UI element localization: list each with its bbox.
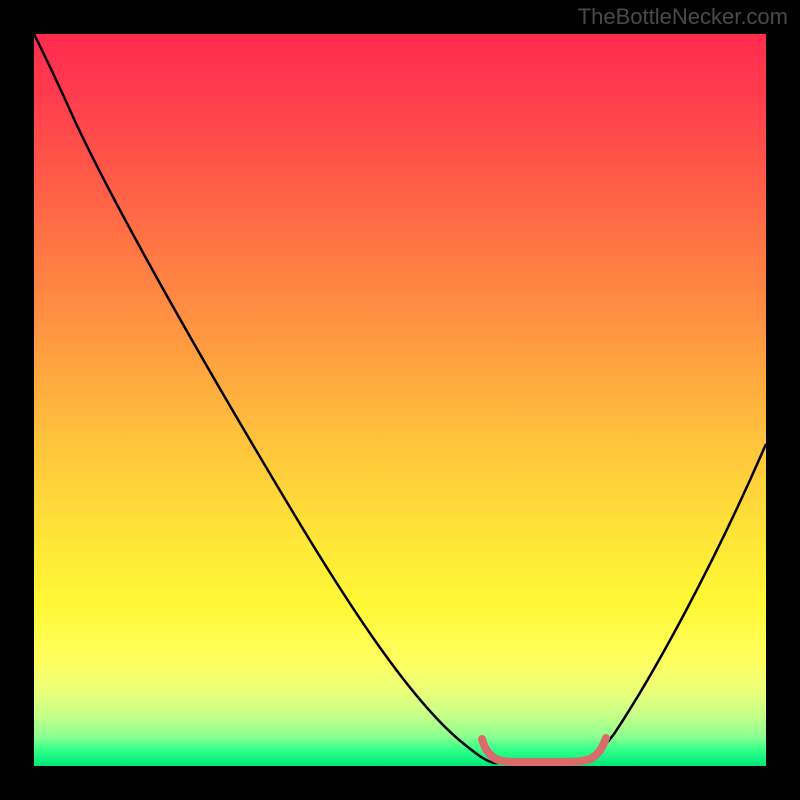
watermark-text: TheBottleNecker.com [578, 4, 788, 30]
bottleneck-curve-line [34, 34, 766, 763]
plot-area [34, 34, 766, 766]
optimal-range-marker-line [482, 738, 606, 762]
chart-svg [34, 34, 766, 766]
